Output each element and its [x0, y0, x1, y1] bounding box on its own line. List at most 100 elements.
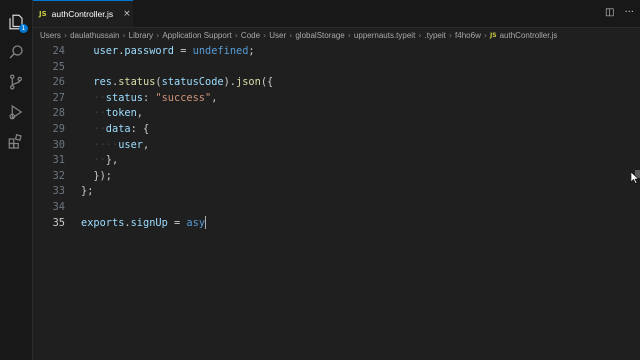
indent-guide: ··	[93, 107, 106, 120]
code-line[interactable]: 24 user.password = undefined;	[33, 44, 640, 60]
extensions-icon[interactable]	[6, 132, 26, 152]
javascript-file-icon: JS	[490, 31, 497, 39]
code-token: res	[93, 76, 112, 89]
indent-guide: ··	[93, 123, 106, 135]
code-line[interactable]: 34	[33, 200, 640, 216]
javascript-file-icon: JS	[39, 10, 47, 18]
code-text: ··data: {	[93, 122, 149, 138]
code-token: "success"	[155, 91, 212, 104]
line-number: 33	[52, 185, 65, 198]
run-debug-icon[interactable]	[6, 102, 26, 122]
breadcrumb-separator-icon: ›	[483, 30, 488, 40]
breadcrumb-separator-icon: ›	[448, 30, 453, 40]
line-number: 26	[52, 76, 65, 89]
breadcrumb-item[interactable]: uppernauts.typeit	[354, 31, 415, 40]
line-number: 25	[52, 60, 65, 73]
indent-guide: ····	[93, 138, 119, 151]
breadcrumb-item[interactable]: User	[269, 31, 286, 40]
code-token: password	[124, 45, 175, 57]
code-token: data	[105, 123, 131, 135]
code-text: });	[93, 169, 112, 185]
code-token: });	[93, 169, 112, 182]
code-line[interactable]: 35 exports.signUp = asy	[33, 216, 640, 232]
tab-bar: JS authController.js × ◫ ···	[33, 0, 640, 28]
code-line[interactable]: 27 ··status: "success",	[33, 91, 640, 107]
code-line[interactable]: 30 ····user,	[33, 138, 640, 154]
code-text: ··status: "success",	[93, 91, 217, 107]
code-token: ({	[260, 76, 274, 89]
code-line[interactable]: 29 ··data: {	[33, 122, 640, 138]
breadcrumb-separator-icon: ›	[122, 30, 126, 40]
code-token: ,	[143, 138, 150, 151]
line-number: 28	[52, 107, 65, 120]
breadcrumb-item[interactable]: Application Support	[162, 31, 231, 40]
code-token: : {	[130, 123, 150, 135]
breadcrumb-separator-icon: ›	[263, 30, 267, 40]
code-token: status	[118, 76, 156, 89]
code-token: =	[174, 45, 193, 57]
code-token: user	[118, 138, 144, 151]
breadcrumb-item[interactable]: .typeit	[425, 31, 446, 40]
code-token: =	[167, 216, 187, 229]
code-token: ,	[136, 107, 143, 120]
breadcrumb-separator-icon: ›	[156, 30, 160, 40]
code-line[interactable]: 33};	[33, 184, 640, 200]
mouse-pointer-icon	[631, 172, 639, 184]
code-text: user.password = undefined;	[93, 44, 254, 60]
breadcrumb-item[interactable]: daulathussain	[70, 31, 119, 40]
code-token: ).	[223, 76, 237, 89]
code-line[interactable]: 31 ··},	[33, 153, 640, 169]
line-number: 24	[52, 45, 65, 57]
code-text: ··},	[93, 153, 118, 169]
breadcrumb-separator-icon: ›	[418, 30, 422, 40]
code-token: };	[81, 185, 94, 198]
code-token: asy	[186, 216, 206, 229]
explorer-icon[interactable]: 1	[6, 12, 28, 33]
line-number: 30	[52, 138, 65, 151]
breadcrumb-separator-icon: ›	[63, 30, 68, 40]
tab-label: authController.js	[51, 9, 114, 19]
code-editor[interactable]: 24 user.password = undefined; 25 26 res.stat…	[33, 42, 640, 360]
code-token: statusCode	[161, 76, 224, 89]
breadcrumb-item[interactable]: globalStorage	[295, 31, 344, 40]
code-token: },	[105, 154, 119, 167]
search-icon[interactable]	[6, 42, 26, 62]
line-number: 31	[52, 154, 65, 167]
code-token: user	[93, 45, 119, 57]
code-token: ,	[211, 91, 218, 104]
code-text: ····user,	[93, 138, 149, 154]
activity-bar: 1	[0, 0, 33, 360]
close-icon[interactable]: ×	[123, 9, 131, 19]
breadcrumb-item[interactable]: Code	[241, 31, 260, 40]
breadcrumb-item[interactable]: authController.js	[500, 31, 558, 40]
split-editor-icon[interactable]: ◫	[605, 7, 614, 19]
code-line[interactable]: 25	[33, 60, 640, 76]
code-line[interactable]: 28 ··token,	[33, 106, 640, 122]
breadcrumb-item[interactable]: Library	[129, 31, 153, 40]
indent-guide: ··	[93, 154, 106, 167]
breadcrumb-item[interactable]: Users	[40, 31, 61, 40]
breadcrumb-item[interactable]: f4ho6w	[455, 31, 481, 40]
code-token: token	[105, 107, 137, 120]
code-token: exports	[81, 216, 125, 229]
code-token: status	[105, 91, 143, 104]
code-token: ;	[248, 45, 255, 57]
text-cursor	[205, 216, 207, 230]
more-actions-icon[interactable]: ···	[624, 7, 634, 19]
code-token: json	[236, 76, 261, 89]
code-line[interactable]: 26 res.status(statusCode).json({	[33, 75, 640, 91]
code-token: signUp	[130, 216, 168, 229]
indent-guide: ··	[93, 91, 106, 104]
editor-actions: ◫ ···	[605, 7, 634, 19]
breadcrumb-separator-icon: ›	[234, 30, 238, 40]
line-number: 34	[52, 201, 65, 213]
source-control-icon[interactable]	[6, 72, 26, 92]
breadcrumb: Users › daulathussain › Library › Application …	[33, 28, 640, 42]
code-line[interactable]: 32});	[33, 169, 640, 185]
explorer-badge: 1	[19, 24, 28, 33]
code-token: :	[143, 91, 156, 104]
breadcrumb-separator-icon: ›	[289, 30, 293, 40]
tab-authcontroller[interactable]: JS authController.js ×	[33, 0, 133, 27]
line-number: 32	[52, 169, 65, 182]
code-text: ··token,	[93, 106, 143, 122]
